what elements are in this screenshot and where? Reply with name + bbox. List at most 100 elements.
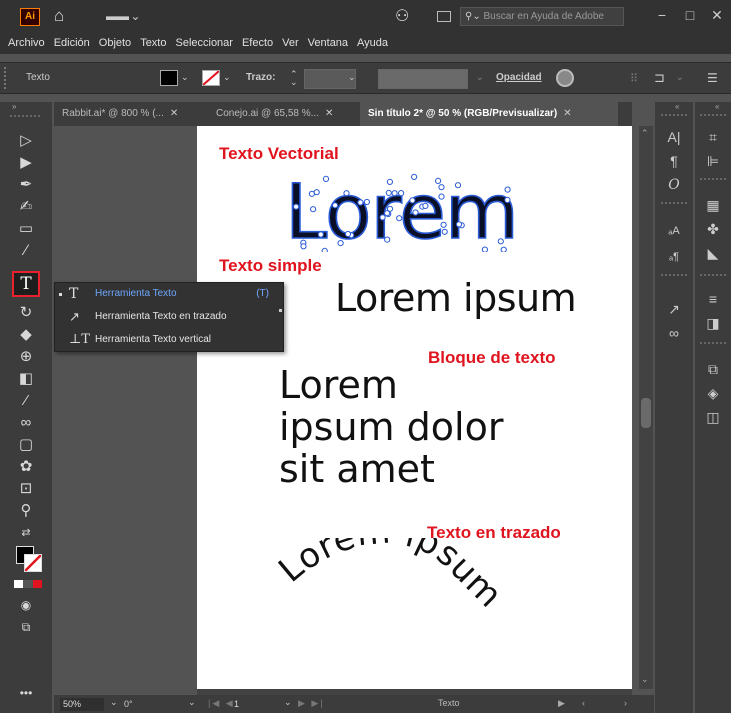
stroke-swatch[interactable] <box>202 70 220 86</box>
menu-ver[interactable]: Ver <box>282 37 299 49</box>
pathfinder-panel-icon[interactable]: ⧉ <box>701 358 725 380</box>
control-bar-grip[interactable] <box>4 67 8 89</box>
zoom-level-field[interactable]: 50% <box>60 698 104 711</box>
drawing-mode-icon[interactable]: ◉ <box>14 594 38 616</box>
anchor-point[interactable] <box>322 175 330 182</box>
menu-texto[interactable]: Texto <box>140 37 166 49</box>
anchor-point[interactable] <box>332 202 339 209</box>
anchor-point[interactable] <box>396 215 403 222</box>
menu-objeto[interactable]: Objeto <box>99 37 131 49</box>
artboard[interactable]: Texto Vectorial Lorem Texto simple Lorem… <box>197 126 632 689</box>
zoom-tool-icon[interactable]: ⚲ <box>14 500 38 522</box>
menu-ayuda[interactable]: Ayuda <box>357 37 388 49</box>
layers-panel-icon[interactable]: ◈ <box>701 382 725 404</box>
direct-selection-tool-icon[interactable]: ▶ <box>14 152 38 174</box>
path-text[interactable]: Lorem ipsum <box>267 538 607 678</box>
more-tools-icon[interactable]: ••• <box>14 682 38 704</box>
stroke-weight-stepper[interactable]: ⌃ ⌄ <box>290 70 302 88</box>
chevron-down-icon[interactable]: ⌄ <box>223 72 231 83</box>
swap-fill-stroke-icon[interactable]: ⇄ <box>14 522 38 544</box>
transform-icon[interactable]: ⊐ <box>654 70 665 86</box>
rotate-tool-icon[interactable]: ↻ <box>14 302 38 324</box>
shape-builder-tool-icon[interactable]: ⊕ <box>14 346 38 368</box>
menu-ventana[interactable]: Ventana <box>308 37 348 49</box>
anchor-point[interactable] <box>317 231 324 238</box>
anchor-point[interactable] <box>504 186 511 193</box>
artboard-number-field[interactable]: 1 <box>234 698 274 711</box>
anchor-point[interactable] <box>412 209 419 216</box>
close-icon[interactable]: ✕ <box>563 108 571 119</box>
chevron-down-icon[interactable]: ⌄ <box>188 697 196 708</box>
rectangle-tool-icon[interactable]: ▭ <box>14 218 38 240</box>
blend-tool-icon[interactable]: ∞ <box>14 412 38 434</box>
eraser-tool-icon[interactable]: ◆ <box>14 324 38 346</box>
chevron-down-icon[interactable]: ⌄ <box>348 72 356 83</box>
anchor-point[interactable] <box>321 247 328 252</box>
scroll-down-icon[interactable]: ⌄ <box>641 674 649 685</box>
help-search-input[interactable]: ⚲⌄ Buscar en Ayuda de Adobe <box>460 7 624 26</box>
next-last-artboard-icons[interactable]: ▶ ▶| <box>298 698 325 709</box>
anchor-point[interactable] <box>435 177 442 184</box>
paintbrush-tool-icon[interactable]: ∕ <box>14 240 38 262</box>
anchor-point[interactable] <box>422 202 429 210</box>
anchor-point[interactable] <box>441 228 448 235</box>
collapse-panel-icon[interactable]: « <box>715 102 719 111</box>
anchor-point[interactable] <box>504 196 511 204</box>
area-text-block[interactable]: Lorem ipsum dolor sit amet <box>279 364 503 490</box>
export-panel-icon[interactable]: ↗ <box>662 298 686 320</box>
scrollbar-thumb[interactable] <box>641 398 651 428</box>
recolor-artwork-icon[interactable] <box>556 69 574 87</box>
menu-archivo[interactable]: Archivo <box>8 37 45 49</box>
panel-grip[interactable] <box>700 114 726 116</box>
panel-grip[interactable] <box>10 115 40 117</box>
arrange-documents-icon[interactable] <box>437 11 451 22</box>
chevron-down-icon[interactable]: ⌄ <box>676 72 684 83</box>
close-button[interactable]: ✕ <box>705 4 729 26</box>
chevron-down-icon[interactable]: ⌄ <box>110 697 118 708</box>
scroll-left-icon[interactable]: ‹ <box>582 698 585 708</box>
character-panel-icon[interactable]: A| <box>662 126 686 148</box>
simple-text[interactable]: Lorem ipsum <box>335 276 577 320</box>
flyout-tearoff-icon[interactable] <box>279 309 282 312</box>
artboards-panel-icon[interactable]: ◫ <box>701 406 725 428</box>
panel-grip[interactable] <box>661 274 687 276</box>
anchor-point[interactable] <box>438 184 445 191</box>
gradient-tool-icon[interactable]: ◧ <box>14 368 38 390</box>
close-icon[interactable]: ✕ <box>325 108 333 119</box>
home-icon[interactable]: ⌂ <box>54 6 64 26</box>
links-panel-icon[interactable]: ∞ <box>662 322 686 344</box>
chevron-down-icon[interactable]: ⌄ <box>284 697 292 708</box>
anchor-point[interactable] <box>363 198 371 206</box>
brushes-panel-icon[interactable]: ◣ <box>701 242 725 264</box>
anchor-point[interactable] <box>386 205 394 212</box>
tab-rabbit[interactable]: Rabbit.ai* @ 800 % (... ✕ <box>54 102 206 126</box>
share-icon[interactable]: ⚇ <box>395 6 409 26</box>
panel-grip[interactable] <box>700 178 726 180</box>
align-panel-icon[interactable]: ⊫ <box>701 150 725 172</box>
tab-conejo[interactable]: Conejo.ai @ 65,58 %... ✕ <box>208 102 354 126</box>
chevron-down-icon[interactable]: ⌄ <box>476 72 484 83</box>
menu-edicion[interactable]: Edición <box>54 37 90 49</box>
menu-efecto[interactable]: Efecto <box>242 37 273 49</box>
stroke-color-icon[interactable] <box>24 554 42 572</box>
anchor-point[interactable] <box>409 197 416 204</box>
anchor-point[interactable] <box>438 193 445 200</box>
anchor-point[interactable] <box>481 246 488 252</box>
panel-grip[interactable] <box>700 342 726 344</box>
opentype-panel-icon[interactable]: O <box>662 174 686 196</box>
scroll-right-icon[interactable]: › <box>624 698 627 708</box>
panel-grip[interactable] <box>661 114 687 116</box>
first-prev-artboard-icons[interactable]: |◀ ◀ <box>208 698 235 709</box>
anchor-point[interactable] <box>343 190 350 197</box>
gradient-panel-icon[interactable]: ◨ <box>701 312 725 334</box>
artboard-tool-icon[interactable]: ▢ <box>14 434 38 456</box>
selection-tool-icon[interactable]: ▷ <box>14 130 38 152</box>
chevron-down-icon[interactable]: ⌄ <box>181 72 189 83</box>
panel-grip[interactable] <box>700 274 726 276</box>
symbol-sprayer-tool-icon[interactable]: ✿ <box>14 456 38 478</box>
anchor-point[interactable] <box>440 221 447 228</box>
flyout-item-texto-en-trazado[interactable]: ↗ Herramienta Texto en trazado <box>55 306 285 328</box>
slice-tool-icon[interactable]: ⊡ <box>14 478 38 500</box>
vector-text-outlines[interactable]: Lorem <box>277 166 567 252</box>
anchor-point[interactable] <box>455 221 463 228</box>
